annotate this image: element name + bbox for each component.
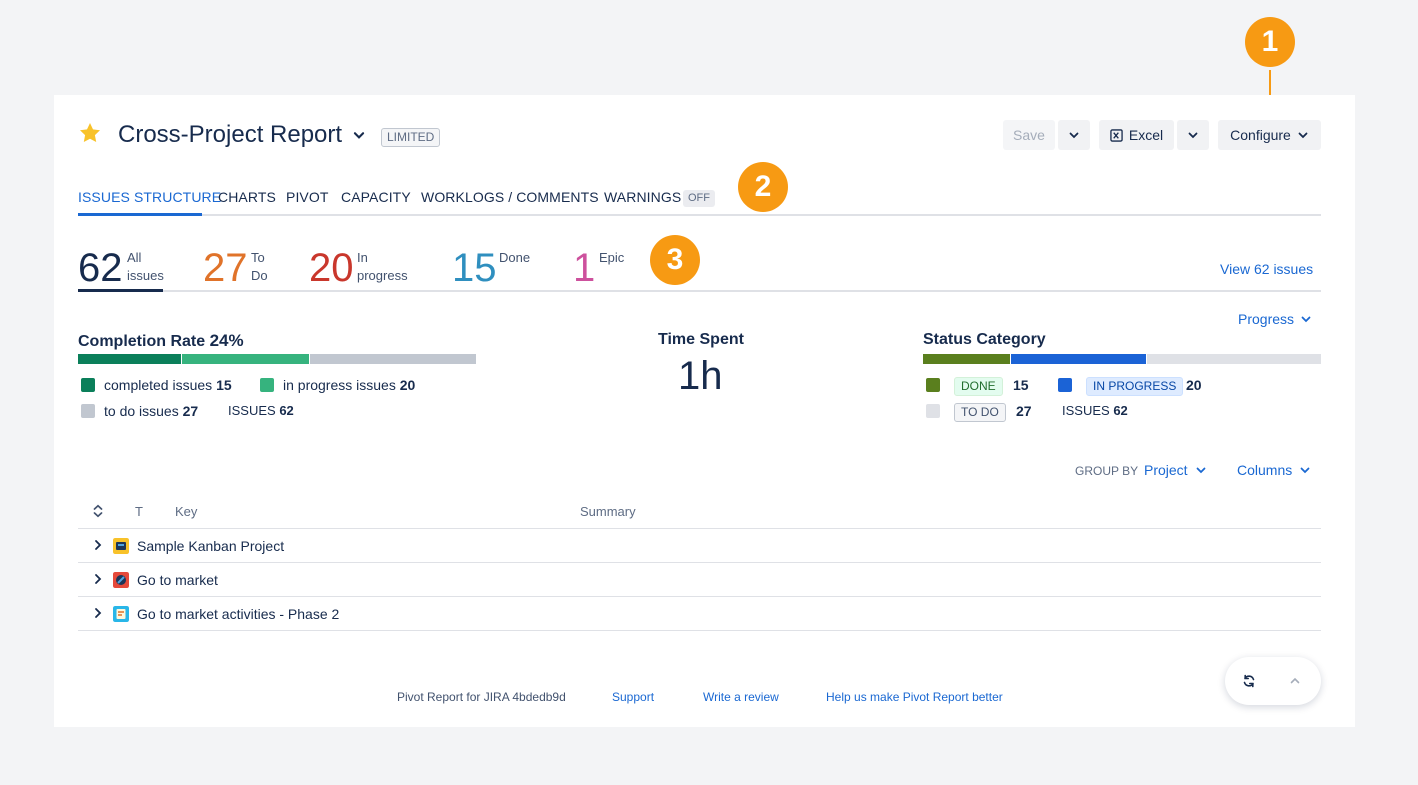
chevron-up-icon[interactable] (1289, 675, 1301, 687)
tab-worklogs-comments[interactable]: WORKLOGS / COMMENTS (421, 189, 599, 205)
in-progress-status-swatch (1058, 378, 1072, 392)
to-do-status-lozenge: TO DO (954, 403, 1006, 422)
chevron-down-icon (1069, 132, 1079, 139)
tab-charts[interactable]: CHARTS (218, 189, 276, 205)
column-header-summary[interactable]: Summary (580, 504, 636, 519)
row-project-name: Go to market activities - Phase 2 (137, 606, 340, 622)
excel-icon (1110, 128, 1123, 142)
warnings-off-badge: OFF (683, 190, 715, 207)
counts-divider (78, 290, 1321, 292)
status-category-title: Status Category (923, 331, 1046, 348)
feedback-link[interactable]: Help us make Pivot Report better (826, 690, 1003, 704)
row-project-name: Sample Kanban Project (137, 538, 285, 554)
count-epic-label: Epic (599, 250, 625, 265)
completion-bar-completed (78, 354, 181, 364)
table-row[interactable]: Sample Kanban Project (78, 529, 1321, 562)
callout-badge-1: 1 (1245, 17, 1295, 67)
count-done-value[interactable]: 15 (452, 246, 497, 290)
support-link[interactable]: Support (612, 690, 654, 704)
tabs-divider (78, 214, 1321, 216)
completed-legend: completed issues 15 (104, 377, 232, 393)
expand-collapse-all-icon[interactable] (92, 504, 104, 518)
active-tab-indicator (78, 213, 202, 216)
group-by-dropdown[interactable]: Project (1144, 462, 1207, 478)
progress-dropdown[interactable]: Progress (1238, 311, 1312, 327)
chevron-down-icon[interactable] (352, 128, 366, 142)
time-spent-value: 1h (678, 354, 723, 398)
column-header-type[interactable]: T (135, 504, 143, 519)
to-do-status-count: 27 (1016, 403, 1032, 419)
activities-project-icon (113, 606, 129, 622)
column-header-key[interactable]: Key (175, 504, 197, 519)
chevron-down-icon (1300, 467, 1310, 474)
count-in-progress-value[interactable]: 20 (309, 246, 354, 290)
group-by-label: GROUP BY (1075, 464, 1139, 478)
table-row[interactable]: Go to market activities - Phase 2 (78, 597, 1321, 630)
completion-rate-title: Completion Rate 24% (78, 331, 244, 350)
status-bar-done (923, 354, 1010, 364)
tab-issues-structure[interactable]: ISSUES STRUCTURE (78, 189, 221, 205)
star-icon[interactable] (78, 121, 102, 145)
in-progress-status-count: 20 (1186, 377, 1202, 393)
refresh-icon[interactable] (1242, 674, 1256, 688)
excel-export-button[interactable]: Excel (1099, 120, 1174, 150)
chevron-down-icon (1298, 132, 1308, 139)
limited-badge: LIMITED (381, 128, 441, 147)
tab-pivot[interactable]: PIVOT (286, 189, 329, 205)
to-do-status-swatch (926, 404, 940, 418)
done-count: 15 (1013, 377, 1029, 393)
row-divider (78, 630, 1321, 631)
count-todo-label: To Do (251, 250, 268, 283)
completion-bar-to-do (310, 354, 476, 364)
table-row[interactable]: Go to market (78, 563, 1321, 596)
chevron-down-icon (1301, 316, 1311, 323)
count-in-progress-label: In progress (357, 250, 408, 283)
issues-total: ISSUES 62 (228, 403, 294, 418)
chevron-right-icon[interactable] (92, 573, 104, 585)
footer-version: Pivot Report for JIRA 4bdedb9d (397, 690, 566, 704)
in-progress-legend: in progress issues 20 (283, 377, 416, 393)
count-todo-value[interactable]: 27 (203, 246, 248, 290)
floating-action-panel (1225, 657, 1321, 705)
write-review-link[interactable]: Write a review (703, 690, 779, 704)
view-issues-link[interactable]: View 62 issues (1220, 261, 1313, 277)
configure-button[interactable]: Configure (1218, 120, 1321, 150)
in-progress-status-lozenge: IN PROGRESS (1086, 377, 1184, 396)
time-spent-title: Time Spent (658, 331, 744, 348)
done-legend-swatch (926, 378, 940, 392)
row-project-name: Go to market (137, 572, 218, 588)
count-all-label: All issues (127, 250, 164, 283)
chevron-right-icon[interactable] (92, 539, 104, 551)
market-project-icon (113, 572, 129, 588)
chevron-down-icon (1188, 132, 1198, 139)
to-do-legend-swatch (81, 404, 95, 418)
chevron-right-icon[interactable] (92, 607, 104, 619)
tab-warnings[interactable]: WARNINGS (604, 189, 681, 205)
page-title: Cross-Project Report (118, 121, 343, 148)
count-all-value[interactable]: 62 (78, 246, 123, 290)
status-bar-in-progress (1011, 354, 1146, 364)
kanban-project-icon (113, 538, 129, 554)
in-progress-legend-swatch (260, 378, 274, 392)
callout-badge-3: 3 (650, 235, 700, 285)
done-status-lozenge: DONE (954, 377, 1003, 396)
save-options-button[interactable] (1058, 120, 1090, 150)
completed-legend-swatch (81, 378, 95, 392)
status-bar-to-do (1147, 354, 1321, 364)
save-button[interactable]: Save (1003, 120, 1055, 150)
completion-bar-in-progress (182, 354, 309, 364)
status-issues-total: ISSUES 62 (1062, 403, 1128, 418)
count-epic-value[interactable]: 1 (573, 246, 595, 290)
columns-dropdown[interactable]: Columns (1237, 462, 1311, 478)
to-do-legend: to do issues 27 (104, 403, 199, 419)
callout-badge-2: 2 (738, 162, 788, 212)
tab-capacity[interactable]: CAPACITY (341, 189, 411, 205)
count-done-label: Done (499, 250, 531, 265)
excel-options-button[interactable] (1177, 120, 1209, 150)
chevron-down-icon (1196, 467, 1205, 474)
